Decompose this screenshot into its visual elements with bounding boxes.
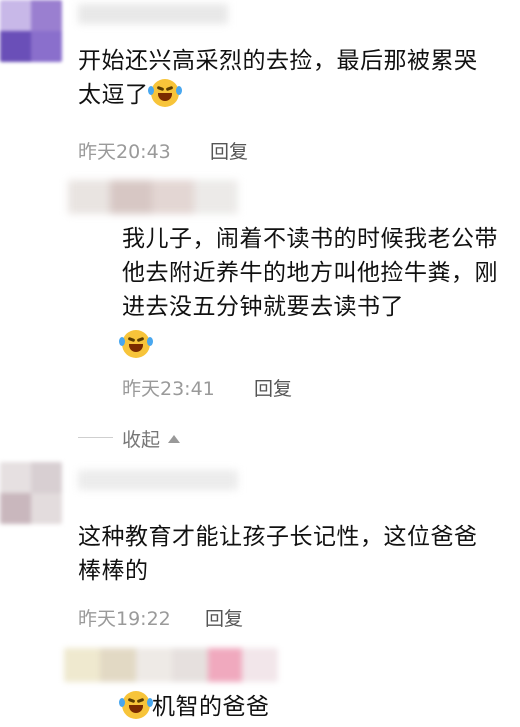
username-blurred[interactable] bbox=[78, 470, 238, 490]
comment-time: 昨天23:41 bbox=[122, 378, 215, 400]
avatar[interactable] bbox=[0, 462, 62, 524]
comment-text: 开始还兴高采烈的去捡，最后那被累哭太逗了 bbox=[78, 44, 498, 112]
collapse-label: 收起 bbox=[122, 429, 161, 451]
avatar[interactable] bbox=[68, 180, 238, 214]
comment-text-content: 这种教育才能让孩子长记性，这位爸爸棒棒的 bbox=[78, 524, 478, 584]
comment-text: 这种教育才能让孩子长记性，这位爸爸棒棒的 bbox=[78, 520, 498, 588]
triangle-up-icon bbox=[168, 435, 181, 443]
comment-text-content: 机智的爸爸 bbox=[152, 694, 270, 720]
avatar[interactable] bbox=[0, 0, 62, 62]
comment-text-content: 开始还兴高采烈的去捡，最后那被累哭太逗了 bbox=[78, 48, 478, 108]
laugh-cry-emoji-icon bbox=[147, 79, 182, 107]
comment-text: 我儿子，闹着不读书的时候我老公带他去附近养牛的地方叫他捡牛粪，刚进去没五分钟就要… bbox=[119, 222, 512, 363]
comment-text: 机智的爸爸 bbox=[119, 690, 482, 724]
reply-button[interactable]: 回复 bbox=[254, 374, 292, 401]
avatar[interactable] bbox=[64, 648, 278, 682]
laugh-cry-emoji-icon bbox=[119, 691, 153, 719]
username-blurred[interactable] bbox=[78, 4, 228, 24]
collapse-divider bbox=[78, 437, 113, 438]
reply-button[interactable]: 回复 bbox=[205, 604, 243, 631]
comment-time: 昨天19:22 bbox=[78, 608, 171, 630]
comment-text-content: 我儿子，闹着不读书的时候我老公带他去附近养牛的地方叫他捡牛粪，刚进去没五分钟就要… bbox=[122, 226, 498, 320]
comment-time: 昨天20:43 bbox=[78, 141, 171, 163]
collapse-button[interactable]: 收起 bbox=[122, 425, 181, 452]
reply-button[interactable]: 回复 bbox=[210, 137, 248, 164]
laugh-cry-emoji-icon bbox=[119, 330, 153, 358]
